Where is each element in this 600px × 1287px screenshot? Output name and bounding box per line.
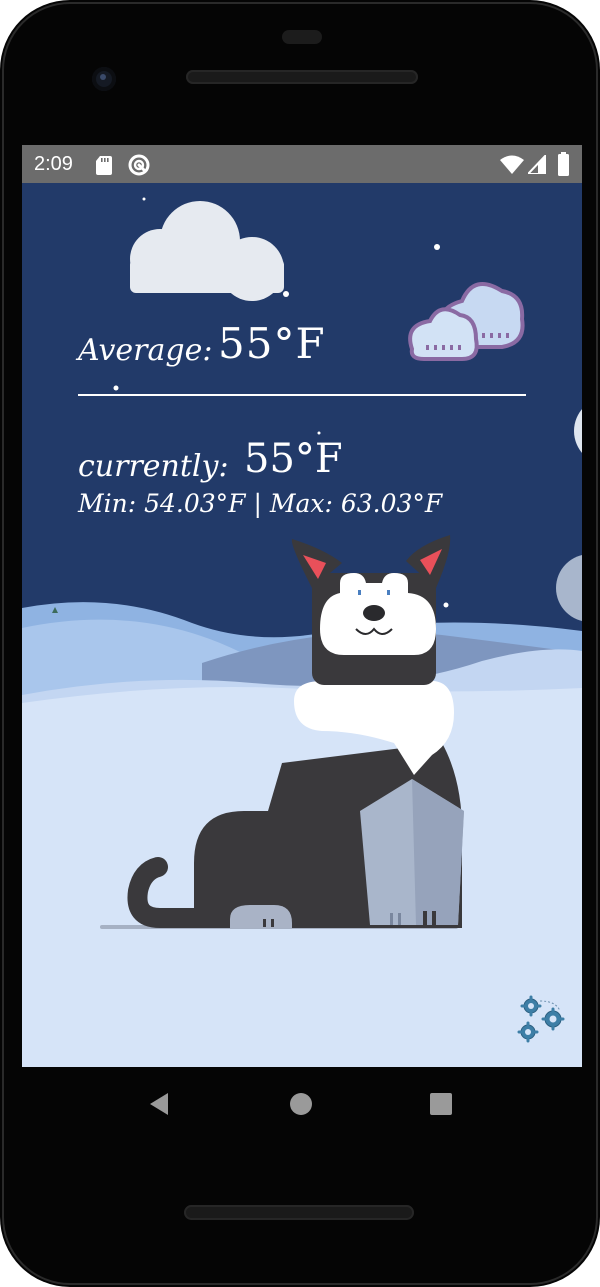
battery-icon	[558, 152, 569, 176]
average-temperature: 55°F	[218, 319, 326, 368]
current-temperature: 55°F	[244, 436, 343, 482]
cloudy-weather-icon	[408, 281, 525, 361]
min-temperature: 54.03°F	[144, 489, 246, 518]
earpiece	[282, 30, 322, 44]
home-icon[interactable]	[289, 1092, 313, 1116]
min-max-line: Min: 54.03°F | Max: 63.03°F	[78, 489, 442, 518]
sd-card-icon	[96, 156, 112, 175]
front-camera	[92, 67, 116, 91]
sync-icon	[128, 154, 150, 176]
min-label: Min:	[78, 489, 137, 518]
top-speaker	[186, 70, 418, 84]
signal-icon	[528, 155, 546, 174]
max-label: Max:	[269, 489, 333, 518]
separator: |	[253, 489, 262, 518]
max-temperature: 63.03°F	[340, 489, 443, 518]
app-screen: 2:09 Average: 55°F currently: 55°F Min: …	[22, 145, 582, 1067]
recents-icon[interactable]	[429, 1092, 453, 1116]
status-time: 2:09	[34, 153, 73, 175]
phone-frame: 2:09 Average: 55°F currently: 55°F Min: …	[0, 0, 600, 1287]
weather-scene: Average: 55°F currently: 55°F Min: 54.03…	[22, 183, 582, 1067]
average-label: Average:	[78, 333, 213, 368]
gear-icon[interactable]	[516, 995, 568, 1045]
back-icon[interactable]	[148, 1092, 172, 1116]
current-label: currently:	[78, 449, 229, 484]
wifi-icon	[500, 155, 524, 174]
status-bar: 2:09	[22, 145, 582, 183]
bottom-speaker	[184, 1205, 414, 1220]
divider	[78, 394, 526, 396]
